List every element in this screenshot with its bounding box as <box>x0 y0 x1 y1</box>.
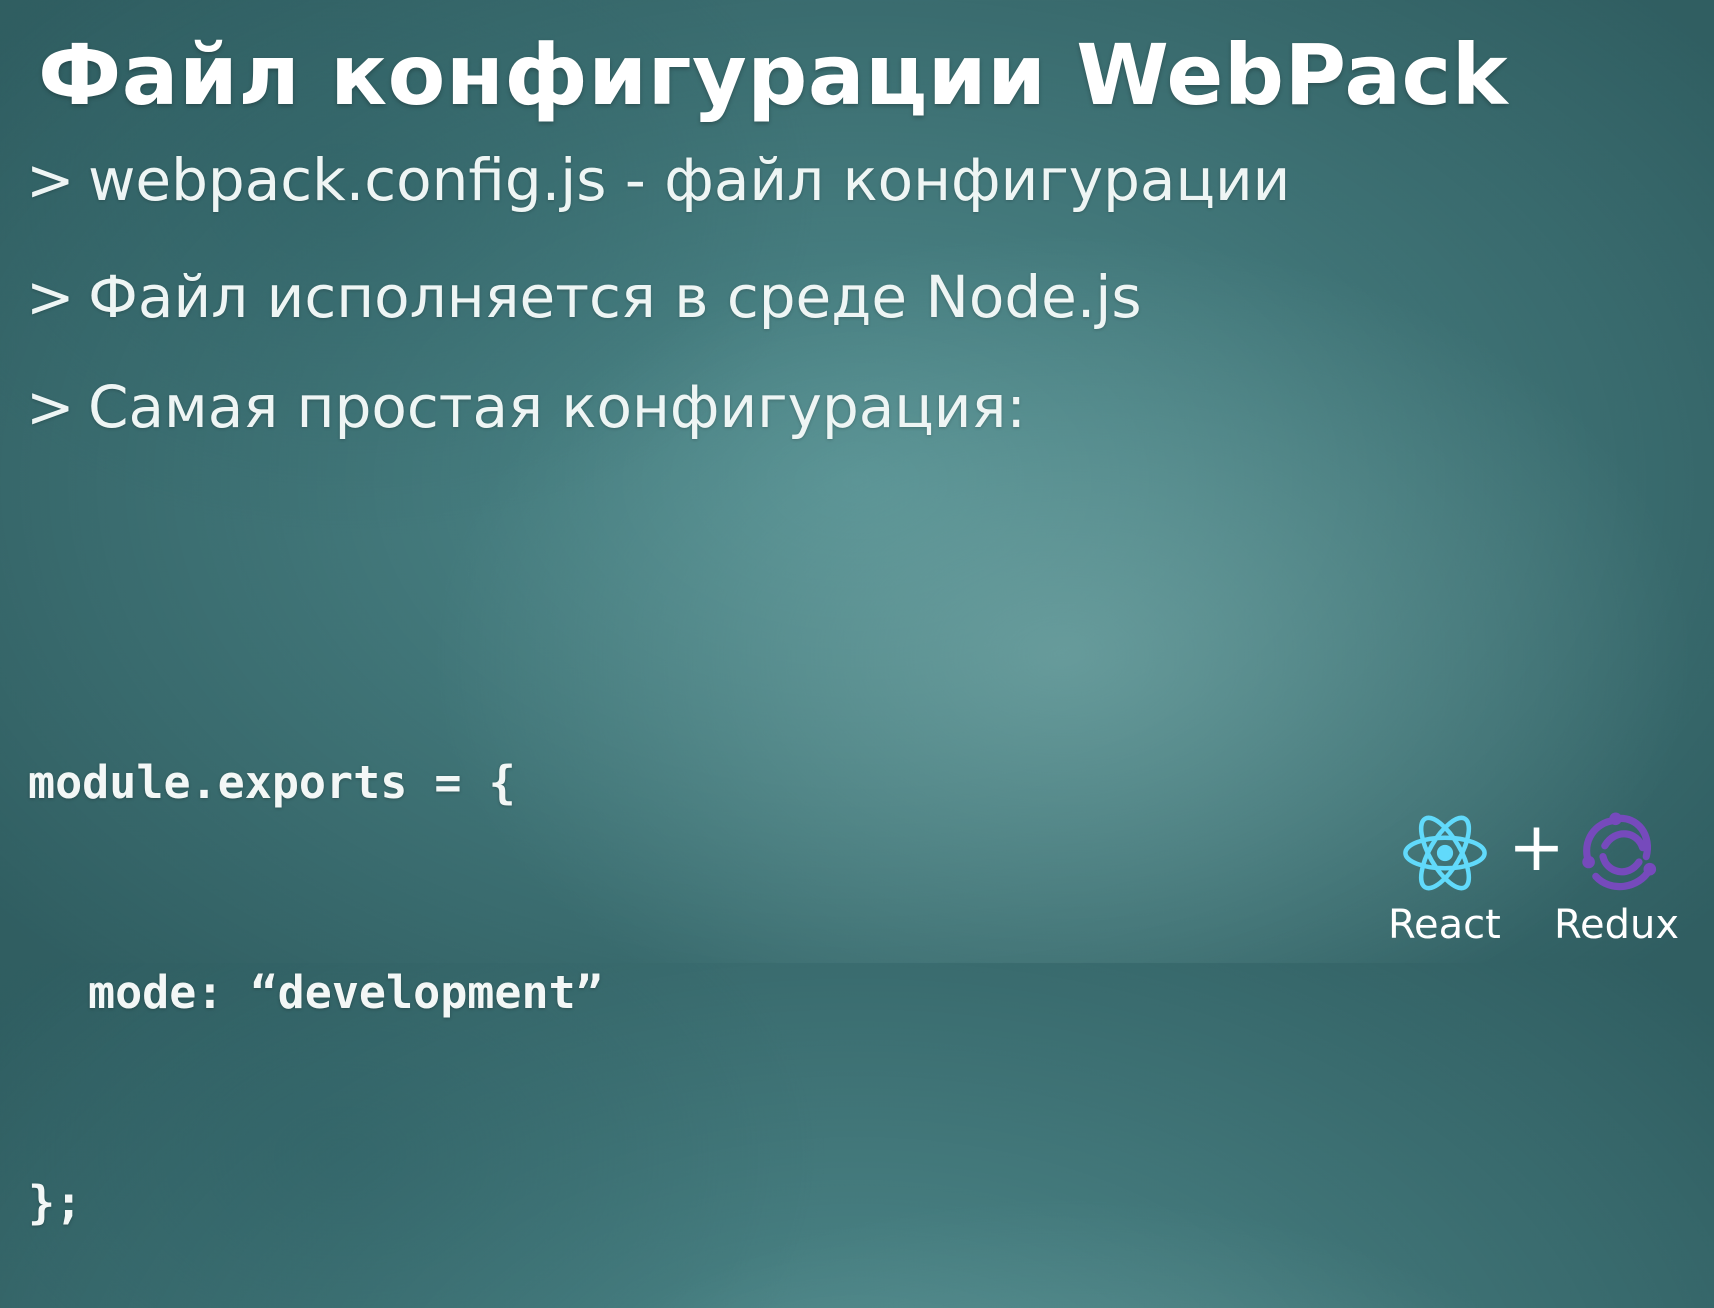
redux-icon <box>1582 812 1657 891</box>
react-icon <box>1403 815 1487 891</box>
react-label: React <box>1388 902 1501 948</box>
branding-logos: + React Redux <box>1380 808 1700 958</box>
code-line: }; <box>28 1176 83 1229</box>
bullet-item: > Файл исполняется в среде Node.js <box>26 257 1142 337</box>
bullet-item: > Самая простая конфигурация: <box>26 367 1026 447</box>
bullet-text: webpack.config.js - файл конфигурации <box>88 146 1291 214</box>
code-block: module.exports = { mode: “development” }… <box>28 608 603 1308</box>
bullet-text: Файл исполняется в среде Node.js <box>88 263 1142 331</box>
bullet-marker: > <box>26 373 75 441</box>
slide-title: Файл конфигурации WebPack <box>38 26 1509 124</box>
bullet-marker: > <box>26 263 75 331</box>
bullet-marker: > <box>26 146 75 214</box>
redux-label: Redux <box>1554 902 1680 948</box>
bullet-item: > webpack.config.js - файл конфигурации <box>26 140 1290 220</box>
plus-sign: + <box>1508 808 1565 887</box>
code-line: module.exports = { <box>28 756 516 809</box>
code-line: mode: “development” <box>88 966 603 1019</box>
bullet-text: Самая простая конфигурация: <box>88 373 1026 441</box>
